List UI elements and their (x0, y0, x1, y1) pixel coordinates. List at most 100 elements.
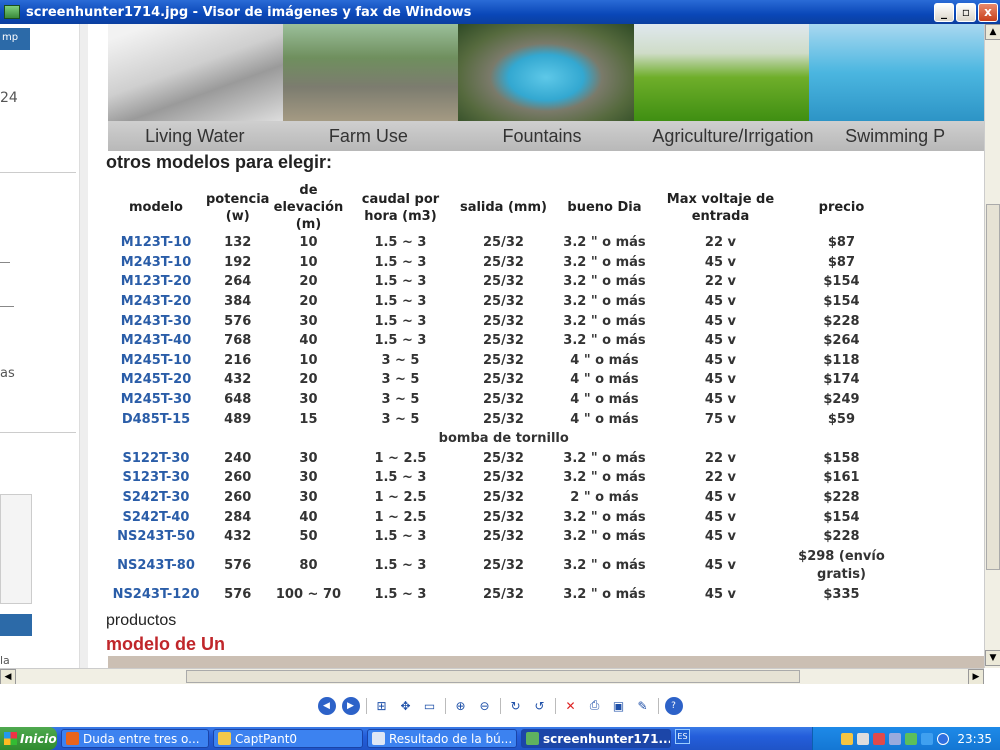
model-link[interactable]: M245T-20 (108, 370, 204, 390)
scroll-down-icon[interactable]: ▼ (985, 650, 1000, 666)
help-icon[interactable]: ? (664, 696, 683, 715)
model-link[interactable]: S242T-40 (108, 507, 204, 527)
model-link[interactable]: S122T-30 (108, 449, 204, 469)
table-cell: 432 (224, 529, 252, 545)
column-header-line: potencia (206, 191, 270, 207)
column-header: de elevación (m) (271, 182, 345, 233)
signal-icon[interactable] (921, 732, 934, 745)
column-header-line: modelo (129, 200, 183, 215)
table-cell: 45 v (704, 490, 737, 506)
model-link[interactable]: NS243T-120 (108, 585, 204, 605)
table-cell: 3.2 " o más (563, 450, 646, 466)
model-link[interactable]: M243T-30 (108, 311, 204, 331)
save-icon[interactable]: ▣ (610, 697, 628, 715)
security-icon[interactable] (873, 732, 886, 745)
productos-text: productos (106, 612, 177, 629)
model-link[interactable]: M243T-20 (108, 292, 204, 312)
table-cell: 4 " o más (570, 352, 639, 368)
task-label: CaptPant0 (235, 731, 298, 746)
horizontal-scrollbar[interactable]: ◀ ▶ (0, 668, 984, 685)
table-cell: 45 v (704, 333, 737, 349)
task-app-icon (372, 732, 385, 745)
photo-fountains (458, 24, 634, 121)
horizontal-scroll-thumb[interactable] (186, 670, 800, 683)
vertical-scroll-thumb[interactable] (986, 204, 1000, 570)
system-tray: 23:35 (812, 727, 1000, 750)
table-cell: 3.2 " o más (563, 333, 646, 349)
best-fit-icon[interactable]: ⊞ (373, 697, 391, 715)
left-thumbnail (0, 494, 32, 604)
model-link[interactable]: D485T-15 (108, 409, 204, 429)
table-cell: 45 v (704, 586, 737, 602)
column-header-line: hora (m3) (364, 208, 437, 224)
table-row: M243T-10 192 10 1.5 ~ 3 25/32 3.2 " o más 45 v… (108, 253, 899, 273)
table-cell: 1.5 ~ 3 (374, 254, 427, 270)
table-cell: $154 (823, 274, 860, 290)
start-button[interactable]: Inicio (0, 727, 57, 750)
clock[interactable]: 23:35 (957, 732, 992, 746)
taskbar-button[interactable]: Duda entre tres o... (61, 729, 209, 748)
messenger-icon[interactable] (889, 732, 902, 745)
model-link[interactable]: M245T-30 (108, 390, 204, 410)
table-cell: 384 (224, 294, 252, 310)
table-cell: 30 (299, 470, 318, 486)
table-cell: 3.2 " o más (563, 558, 646, 573)
delete-icon[interactable]: ✕ (562, 697, 580, 715)
model-link[interactable]: NS243T-80 (108, 547, 204, 585)
print-icon[interactable]: ⎙ (586, 697, 604, 715)
language-indicator[interactable]: ES (675, 729, 690, 744)
table-cell: $59 (827, 411, 856, 427)
rotate-clockwise-icon[interactable]: ↻ (507, 697, 525, 715)
toolbar-separator (554, 697, 556, 714)
caption: Farm Use (328, 126, 408, 146)
model-link[interactable]: NS243T-50 (108, 527, 204, 547)
table-cell: 25/32 (483, 470, 524, 486)
open-editor-icon[interactable]: ✎ (634, 697, 652, 715)
model-link[interactable]: S123T-30 (108, 468, 204, 488)
column-header-line: caudal por (361, 191, 440, 207)
table-cell: 25/32 (483, 235, 524, 251)
left-blue-block (0, 614, 32, 636)
table-cell: 264 (224, 274, 252, 290)
model-link[interactable]: M123T-10 (108, 233, 204, 253)
task-label: Duda entre tres o... (83, 731, 200, 746)
image-viewer-window: screenhunter1714.jpg - Visor de imágenes… (0, 0, 1000, 727)
rotate-counterclockwise-icon[interactable]: ↺ (531, 697, 549, 715)
scroll-up-icon[interactable]: ▲ (985, 24, 1000, 40)
table-row: S242T-40 284 40 1 ~ 2.5 25/32 3.2 " o más 45 v… (108, 507, 899, 527)
model-link[interactable]: M245T-10 (108, 351, 204, 371)
model-link[interactable]: M243T-10 (108, 253, 204, 273)
actual-size-icon[interactable]: ✥ (397, 697, 415, 715)
maximize-button[interactable]: ▫ (956, 2, 976, 22)
title-bar[interactable]: screenhunter1714.jpg - Visor de imágenes… (0, 0, 1000, 24)
slideshow-icon[interactable]: ▭ (421, 697, 439, 715)
model-link[interactable]: M243T-40 (108, 331, 204, 351)
taskbar-button[interactable]: screenhunter171... (521, 729, 671, 748)
volume-icon[interactable] (857, 732, 870, 745)
task-label: screenhunter171... (543, 731, 671, 746)
table-cell: 75 v (704, 411, 737, 427)
next-image-icon[interactable]: ▶ (341, 696, 360, 715)
table-cell: 25/32 (483, 586, 524, 602)
model-link[interactable]: M123T-20 (108, 272, 204, 292)
model-link[interactable]: S242T-30 (108, 488, 204, 508)
vertical-scrollbar[interactable]: ▲ ▼ (984, 24, 1000, 668)
taskbar-button[interactable]: Resultado de la bú... (367, 729, 517, 748)
previous-image-icon[interactable]: ◀ (317, 696, 336, 715)
table-cell: $118 (823, 352, 860, 368)
network-icon[interactable] (841, 732, 854, 745)
browser-tray-icon[interactable] (937, 732, 950, 745)
zoom-out-icon[interactable]: ⊖ (476, 697, 494, 715)
close-button[interactable]: x (978, 2, 998, 22)
table-row: M245T-20 432 20 3 ~ 5 25/32 4 " o más 45 v $174 (108, 370, 899, 390)
table-cell: 45 v (704, 529, 737, 545)
left-divider (0, 432, 76, 433)
zoom-in-icon[interactable]: ⊕ (452, 697, 470, 715)
scroll-left-icon[interactable]: ◀ (0, 669, 16, 685)
table-cell: 30 (299, 392, 318, 408)
scroll-right-icon[interactable]: ▶ (968, 669, 984, 685)
tray-app-icon[interactable] (905, 732, 918, 745)
taskbar-button[interactable]: CaptPant0 (213, 729, 363, 748)
minimize-button[interactable]: _ (934, 2, 954, 22)
table-cell: 25/32 (483, 333, 524, 349)
